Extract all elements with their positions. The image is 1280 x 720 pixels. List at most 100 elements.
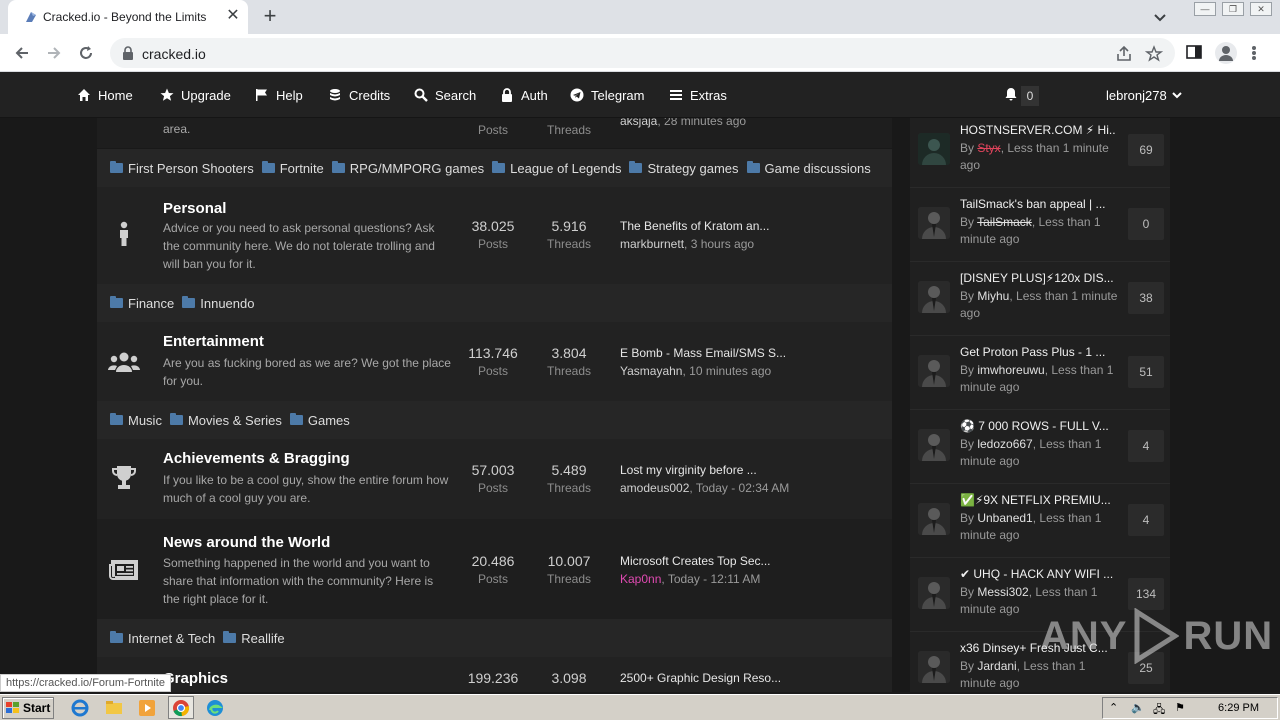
close-window-icon[interactable]: ✕ [1250,2,1272,16]
nav-credits[interactable]: Credits [328,72,390,118]
subforum-link[interactable]: Reallife [223,631,285,646]
last-post-author[interactable]: Yasmayahn [620,364,682,378]
start-button[interactable]: Start [2,697,54,719]
subforum-link[interactable]: RPG/MMPORG games [331,161,484,176]
forum-title[interactable]: Graphics [163,670,228,687]
last-post-author[interactable]: markburnett [620,237,684,251]
subforum-link[interactable]: Fortnite [261,161,324,176]
forum-title[interactable]: Personal [163,200,226,217]
side-panel-icon[interactable] [1186,44,1202,60]
thread-title[interactable]: ✔ UHQ - HACK ANY WIFI ... [960,567,1115,581]
latest-thread-item[interactable]: Get Proton Pass Plus - 1 ... By imwhoreu… [910,336,1170,410]
tab-search-chevron-icon[interactable] [1150,8,1170,26]
latest-thread-item[interactable]: TailSmack's ban appeal | ... By TailSmac… [910,188,1170,262]
forum-title[interactable]: Entertainment [163,333,264,350]
avatar[interactable] [918,281,950,313]
nav-home[interactable]: Home [77,72,133,118]
thread-title[interactable]: HOSTNSERVER.COM ⚡ Hi... [960,123,1115,137]
avatar[interactable] [918,503,950,535]
new-tab-icon[interactable]: + [260,4,280,28]
taskbar-clock[interactable]: 6:29 PM [1218,702,1259,714]
nav-help-label: Help [276,87,303,103]
profile-avatar-icon[interactable] [1215,42,1237,64]
thread-title[interactable]: ⚽ 7 000 ROWS - FULL V... [960,419,1115,433]
chrome-taskbar-button[interactable] [168,696,194,719]
last-post-title[interactable]: The Benefits of Kratom an... [620,219,870,233]
browser-tab[interactable]: Cracked.io - Beyond the Limits ✕ [8,0,248,34]
latest-thread-item[interactable]: ⚽ 7 000 ROWS - FULL V... By ledozo667, L… [910,410,1170,484]
nav-help[interactable]: Help [255,72,303,118]
latest-thread-item[interactable]: ✅⚡9X NETFLIX PREMIU... By Unbaned1, Less… [910,484,1170,558]
thread-author[interactable]: Styx [977,141,1000,155]
avatar[interactable] [918,355,950,387]
internet-explorer-icon[interactable] [70,698,90,718]
last-post-author[interactable]: Kap0nn [620,572,661,586]
avatar[interactable] [918,577,950,609]
thread-author[interactable]: Messi302 [977,585,1028,599]
latest-thread-item[interactable]: [DISNEY PLUS]⚡120x DIS... By Miyhu, Less… [910,262,1170,336]
nav-telegram[interactable]: Telegram [570,72,644,118]
thread-title[interactable]: Get Proton Pass Plus - 1 ... [960,345,1115,359]
last-post-title[interactable]: E Bomb - Mass Email/SMS S... [620,346,870,360]
media-player-icon[interactable] [137,698,157,718]
posts-stat: 38.025 Posts [471,218,515,251]
reload-icon[interactable] [75,42,97,64]
volume-icon[interactable]: 🔈 [1131,701,1145,714]
forum-title[interactable]: News around the World [163,534,330,551]
thread-author[interactable]: TailSmack [977,215,1032,229]
user-menu[interactable]: lebronj278 [1106,72,1182,118]
subforum-link[interactable]: Games [289,413,350,428]
minimize-icon[interactable]: — [1194,2,1216,16]
thread-title[interactable]: TailSmack's ban appeal | ... [960,197,1115,211]
avatar[interactable] [918,429,950,461]
nav-search[interactable]: Search [414,72,476,118]
latest-thread-item[interactable]: HOSTNSERVER.COM ⚡ Hi... By Styx, Less th… [910,118,1170,188]
edge-icon[interactable] [205,698,225,718]
thread-author[interactable]: Jardani [977,659,1016,673]
address-bar[interactable]: cracked.io [110,38,1175,68]
subforum-link[interactable]: Game discussions [746,161,871,176]
bookmark-star-icon[interactable] [1145,45,1163,63]
last-post-title[interactable]: 2500+ Graphic Design Reso... [620,671,870,685]
thread-title[interactable]: [DISNEY PLUS]⚡120x DIS... [960,271,1115,285]
subforum-link[interactable]: Movies & Series [169,413,282,428]
thread-author[interactable]: ledozo667 [977,437,1032,451]
file-explorer-icon[interactable] [104,698,124,718]
network-icon[interactable]: 🖧 [1153,701,1165,720]
browser-menu-icon[interactable] [1252,43,1258,63]
subforum-link[interactable]: Finance [110,296,174,311]
subforum-link[interactable]: League of Legends [492,161,621,176]
back-icon[interactable] [11,42,33,64]
subforum-link[interactable]: Strategy games [629,161,739,176]
restore-icon[interactable]: ❐ [1222,2,1244,16]
nav-auth[interactable]: Auth [500,72,548,118]
share-icon[interactable] [1115,45,1133,63]
thread-author[interactable]: Unbaned1 [977,511,1032,525]
avatar[interactable] [918,133,950,165]
tray-expand-icon[interactable]: ⌃ [1109,701,1118,714]
nav-extras[interactable]: Extras [669,72,727,118]
forum-title[interactable]: Achievements & Bragging [163,450,350,467]
subforum-link[interactable]: Innuendo [182,296,254,311]
notification-count[interactable]: 0 [1021,86,1039,106]
lock-icon[interactable] [122,46,134,60]
avatar[interactable] [918,207,950,239]
subforum-link[interactable]: Music [110,413,162,428]
thread-author[interactable]: Miyhu [977,289,1009,303]
avatar[interactable] [918,651,950,683]
page-scrollbar[interactable] [1268,118,1280,692]
last-post-title[interactable]: Lost my virginity before ... [620,463,870,477]
subforum-link[interactable]: Internet & Tech [110,631,215,646]
last-post-title[interactable]: Microsoft Creates Top Sec... [620,554,870,568]
last-post-author[interactable]: aksjaja [620,118,657,128]
last-post-author[interactable]: amodeus002 [620,481,689,495]
nav-upgrade[interactable]: Upgrade [160,72,231,118]
subforum-link[interactable]: First Person Shooters [110,161,254,176]
notification-bell-icon[interactable] [1005,87,1017,101]
thread-title[interactable]: ✅⚡9X NETFLIX PREMIU... [960,493,1115,507]
thread-author[interactable]: imwhoreuwu [977,363,1044,377]
tab-close-icon[interactable]: ✕ [224,7,242,25]
last-post: aksjaja, 28 minutes ago [620,118,870,128]
action-center-flag-icon[interactable]: ⚑ [1175,701,1185,714]
forward-icon[interactable] [43,42,65,64]
